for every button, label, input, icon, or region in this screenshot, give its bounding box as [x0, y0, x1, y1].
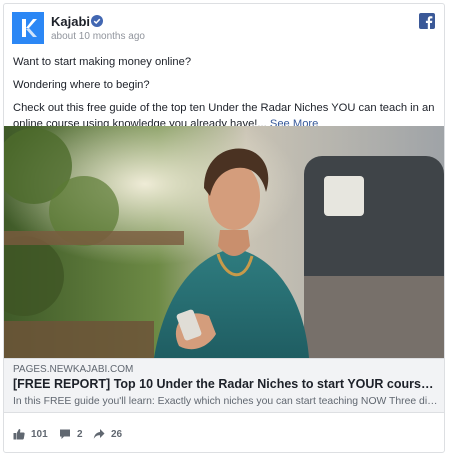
- post-text-line: Want to start making money online?: [13, 56, 192, 68]
- verified-badge-icon: [91, 15, 103, 27]
- avatar[interactable]: [12, 12, 44, 44]
- share-button[interactable]: 26: [93, 426, 122, 442]
- post-timestamp[interactable]: about 10 months ago: [51, 31, 145, 42]
- link-preview[interactable]: PAGES.NEWKAJABI.COM [FREE REPORT] Top 10…: [4, 358, 444, 413]
- post-header: Kajabi about 10 months ago: [4, 4, 444, 48]
- thumbs-up-icon: [13, 429, 25, 440]
- comment-icon: [60, 429, 70, 439]
- link-description: In this FREE guide you'll learn: Exactly…: [13, 396, 438, 407]
- link-domain: PAGES.NEWKAJABI.COM: [13, 364, 134, 375]
- post-image[interactable]: [4, 126, 444, 358]
- engagement-bar: 101 2 26: [4, 422, 444, 448]
- share-arrow-icon: [93, 429, 105, 439]
- kajabi-logo-icon: [12, 12, 44, 44]
- woman-with-phone-photo: [4, 126, 444, 358]
- comment-count: 2: [77, 428, 83, 440]
- post-card: Kajabi about 10 months ago Want to start…: [3, 3, 445, 453]
- like-count: 101: [31, 428, 48, 440]
- link-title[interactable]: [FREE REPORT] Top 10 Under the Radar Nic…: [13, 377, 438, 391]
- share-count: 26: [111, 428, 123, 440]
- post-text-line: Wondering where to begin?: [13, 79, 150, 91]
- comment-button[interactable]: 2: [59, 426, 83, 442]
- page-name[interactable]: Kajabi: [51, 14, 90, 29]
- like-button[interactable]: 101: [13, 426, 48, 442]
- facebook-icon: [419, 13, 435, 29]
